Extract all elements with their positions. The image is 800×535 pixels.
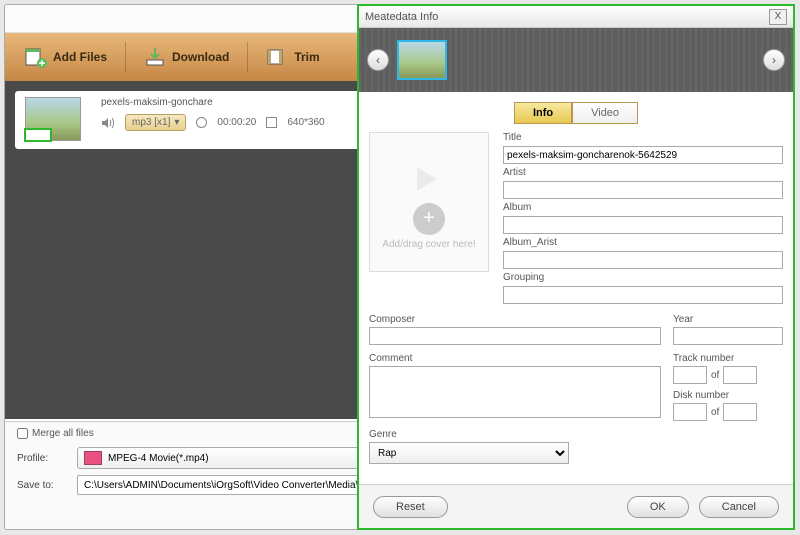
tab-video[interactable]: Video: [572, 102, 638, 124]
trim-button[interactable]: Trim: [256, 40, 329, 74]
disk-total-input[interactable]: [723, 403, 757, 421]
album-label: Album: [503, 202, 783, 213]
album-artist-label: Album_Arist: [503, 237, 783, 248]
next-button[interactable]: ›: [763, 49, 785, 71]
merge-checkbox[interactable]: [17, 428, 28, 439]
dialog-footer: Reset OK Cancel: [359, 484, 793, 528]
converter-window: Add Files Download Trim pexels-maksim-go…: [4, 4, 414, 530]
profile-value: MPEG-4 Movie(*.mp4): [108, 453, 209, 464]
disk-number-input[interactable]: [673, 403, 707, 421]
prev-button[interactable]: ‹: [367, 49, 389, 71]
duration-value: 00:00:20: [217, 117, 256, 128]
bottom-panel: Merge all files Profile: MPEG-4 Movie(*.…: [5, 421, 413, 529]
cover-placeholder-icon: [407, 155, 451, 199]
download-label: Download: [172, 50, 229, 64]
strip-thumbnail[interactable]: [397, 40, 447, 80]
thumbnail-strip: ‹ ›: [359, 28, 793, 92]
trim-icon: [266, 46, 288, 68]
grouping-input[interactable]: [503, 286, 783, 304]
toolbar-separator: [247, 42, 248, 72]
grouping-label: Grouping: [503, 272, 783, 283]
file-details: pexels-maksim-gonchare mp3 [x1] ▾ 00:00:…: [101, 97, 393, 143]
format-dropdown[interactable]: mp3 [x1] ▾: [125, 114, 186, 131]
download-button[interactable]: Download: [134, 40, 239, 74]
profile-icon: [84, 451, 102, 465]
dialog-titlebar: Meatedata Info X: [359, 6, 793, 28]
artist-input[interactable]: [503, 181, 783, 199]
track-total-input[interactable]: [723, 366, 757, 384]
profile-label: Profile:: [17, 453, 69, 464]
album-artist-input[interactable]: [503, 251, 783, 269]
title-input[interactable]: [503, 146, 783, 164]
window-titlebar: [5, 5, 413, 33]
file-list: pexels-maksim-gonchare mp3 [x1] ▾ 00:00:…: [5, 81, 413, 419]
year-label: Year: [673, 314, 783, 325]
info-badge-highlight: [24, 128, 52, 142]
track-number-label: Track number: [673, 353, 783, 364]
composer-label: Composer: [369, 314, 661, 325]
file-name: pexels-maksim-gonchare: [101, 97, 393, 108]
file-item[interactable]: pexels-maksim-gonchare mp3 [x1] ▾ 00:00:…: [15, 91, 403, 149]
composer-input[interactable]: [369, 327, 661, 345]
add-cover-icon: +: [413, 203, 445, 235]
tab-info[interactable]: Info: [514, 102, 572, 124]
cover-hint: Add/drag cover here!: [382, 239, 475, 250]
of-label: of: [711, 370, 719, 381]
file-meta: mp3 [x1] ▾ 00:00:20 640*360: [101, 114, 393, 131]
chevron-right-icon: ›: [772, 53, 776, 67]
album-input[interactable]: [503, 216, 783, 234]
main-toolbar: Add Files Download Trim: [5, 33, 413, 81]
dialog-body: Info Video + Add/drag cover here! Title …: [359, 92, 793, 484]
profile-select[interactable]: MPEG-4 Movie(*.mp4): [77, 447, 401, 469]
add-files-button[interactable]: Add Files: [15, 40, 117, 74]
cancel-button[interactable]: Cancel: [699, 496, 779, 518]
download-icon: [144, 46, 166, 68]
artist-label: Artist: [503, 167, 783, 178]
add-files-icon: [25, 46, 47, 68]
dimensions-icon: [266, 117, 277, 128]
ok-button[interactable]: OK: [627, 496, 689, 518]
form-area: + Add/drag cover here! Title Artist Albu…: [369, 132, 783, 464]
cover-art-dropzone[interactable]: + Add/drag cover here!: [369, 132, 489, 272]
metadata-dialog: Meatedata Info X ‹ › Info Video + Add/dr…: [357, 4, 795, 530]
tab-row: Info Video: [369, 102, 783, 124]
chevron-left-icon: ‹: [376, 53, 380, 67]
add-files-label: Add Files: [53, 50, 107, 64]
merge-label: Merge all files: [32, 428, 94, 439]
toolbar-separator: [125, 42, 126, 72]
saveto-label: Save to:: [17, 480, 69, 491]
trim-label: Trim: [294, 50, 319, 64]
dialog-title: Meatedata Info: [365, 11, 438, 23]
year-input[interactable]: [673, 327, 783, 345]
format-label: mp3 [x1]: [132, 117, 170, 128]
close-button[interactable]: X: [769, 9, 787, 25]
genre-select[interactable]: Rap: [369, 442, 569, 464]
of-label: of: [711, 407, 719, 418]
genre-label: Genre: [369, 429, 783, 440]
file-thumbnail: [25, 97, 81, 141]
resolution-value: 640*360: [287, 117, 324, 128]
clock-icon: [196, 117, 207, 128]
close-icon: X: [775, 11, 782, 22]
disk-number-label: Disk number: [673, 390, 783, 401]
saveto-input[interactable]: [77, 475, 401, 495]
volume-icon[interactable]: [101, 117, 115, 129]
track-number-input[interactable]: [673, 366, 707, 384]
merge-row: Merge all files: [17, 428, 401, 439]
reset-button[interactable]: Reset: [373, 496, 448, 518]
comment-input[interactable]: [369, 366, 661, 418]
title-label: Title: [503, 132, 783, 143]
comment-label: Comment: [369, 353, 661, 364]
chevron-down-icon: ▾: [174, 117, 179, 128]
